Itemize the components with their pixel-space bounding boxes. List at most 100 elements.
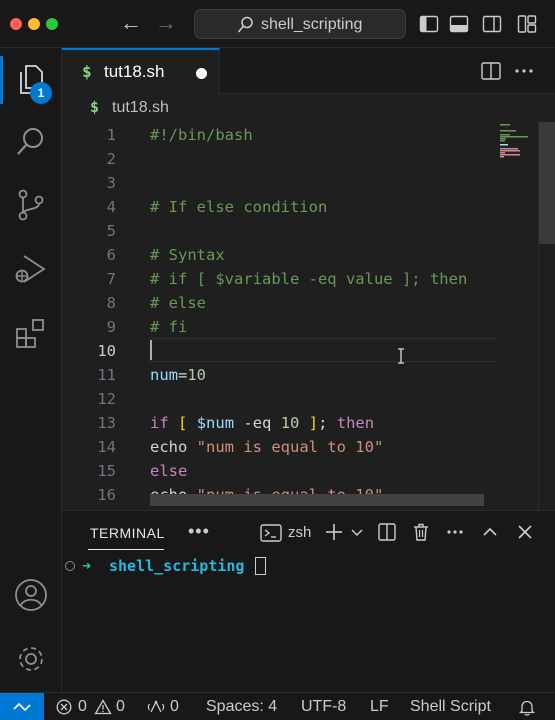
code-line[interactable]: 3	[62, 171, 492, 195]
code-line[interactable]: 15 else	[62, 459, 492, 483]
encoding-status[interactable]: UTF-8	[301, 697, 346, 717]
minimap[interactable]	[498, 122, 538, 510]
code-line[interactable]: 6 # Syntax	[62, 243, 492, 267]
terminal-prompt-line[interactable]: ➜ shell_scripting	[62, 555, 555, 577]
line-number: 9	[106, 318, 116, 336]
line-number: 15	[97, 462, 116, 480]
code-line[interactable]: 2	[62, 147, 492, 171]
editor-tab-bar: $ tut18.sh	[62, 48, 555, 94]
code-token: # Syntax	[150, 246, 225, 264]
eol-status[interactable]: LF	[370, 697, 389, 717]
code-line[interactable]: 9 # fi	[62, 315, 492, 339]
split-terminal-icon[interactable]	[377, 522, 397, 542]
code-token: if	[150, 414, 169, 432]
terminal-cursor	[255, 557, 266, 575]
toggle-secondary-sidebar-icon[interactable]	[482, 14, 502, 34]
close-icon[interactable]	[515, 522, 535, 542]
line-number: 7	[106, 270, 116, 288]
line-number: 4	[106, 198, 116, 216]
remote-indicator[interactable]	[0, 693, 44, 720]
bottom-panel: TERMINAL ••• zsh ➜ shell_scripting	[62, 510, 555, 692]
indentation-status[interactable]: Spaces: 4	[206, 697, 277, 717]
code-line[interactable]: 1 #!/bin/bash	[62, 123, 492, 147]
code-line[interactable]: 5	[62, 219, 492, 243]
code-line[interactable]: 14 echo "num is equal to 10"	[62, 435, 492, 459]
code-token: # if [ $variable -eq value ]; then	[150, 270, 468, 288]
code-line[interactable]: 8 # else	[62, 291, 492, 315]
code-token: # If else condition	[150, 198, 328, 216]
code-token: 10	[187, 366, 207, 384]
accounts-icon[interactable]	[14, 578, 48, 612]
toggle-panel-icon[interactable]	[449, 14, 469, 34]
panel-more-icon[interactable]: •••	[188, 521, 210, 542]
search-view-icon[interactable]	[14, 124, 48, 158]
command-center-search[interactable]: shell_scripting	[194, 9, 406, 39]
code-text: if [ $num -eq 10 ]; then	[150, 411, 374, 435]
tab-label: tut18.sh	[104, 62, 165, 81]
editor-tab-tut18[interactable]: $ tut18.sh	[62, 48, 220, 94]
breadcrumb[interactable]: $ tut18.sh	[62, 94, 555, 122]
maximize-window-button[interactable]	[46, 18, 58, 30]
line-number: 16	[97, 486, 116, 504]
activity-bar: 1	[0, 48, 62, 692]
more-actions-icon[interactable]	[445, 522, 465, 542]
language-mode[interactable]: Shell Script	[410, 697, 491, 717]
explorer-badge: 1	[30, 82, 52, 104]
error-icon[interactable]	[56, 699, 72, 715]
minimize-window-button[interactable]	[28, 18, 40, 30]
prompt-directory: shell_scripting	[109, 557, 245, 575]
code-line[interactable]: 13 if [ $num -eq 10 ]; then	[62, 411, 492, 435]
run-debug-icon[interactable]	[14, 252, 48, 286]
vertical-scrollbar-thumb[interactable]	[539, 122, 555, 244]
horizontal-scrollbar[interactable]	[150, 494, 484, 506]
line-number: 13	[97, 414, 116, 432]
split-editor-icon[interactable]	[480, 60, 502, 82]
terminal-shell-name[interactable]: zsh	[288, 524, 311, 541]
code-line[interactable]: 12	[62, 387, 492, 411]
toggle-primary-sidebar-icon[interactable]	[419, 14, 439, 34]
line-number: 2	[106, 150, 116, 168]
error-count[interactable]: 0	[78, 697, 87, 717]
code-editor[interactable]: 1 #!/bin/bash 2 3 4 # If else condition 5 6 # Sy…	[62, 122, 555, 510]
manage-gear-icon[interactable]	[14, 642, 48, 676]
source-control-icon[interactable]	[14, 188, 48, 222]
customize-layout-icon[interactable]	[517, 14, 537, 34]
code-text: # Syntax	[150, 243, 225, 267]
code-line[interactable]: 10	[62, 339, 492, 363]
extensions-icon[interactable]	[14, 316, 48, 350]
unsaved-indicator[interactable]	[196, 68, 207, 79]
chevron-down-icon[interactable]	[347, 522, 367, 542]
warning-count[interactable]: 0	[116, 697, 125, 717]
code-line[interactable]: 7 # if [ $variable -eq value ]; then	[62, 267, 492, 291]
more-actions-icon[interactable]	[513, 60, 535, 82]
line-number: 10	[97, 342, 116, 360]
trash-icon[interactable]	[411, 522, 431, 542]
line-number: 6	[106, 246, 116, 264]
new-terminal-plus-icon[interactable]	[324, 522, 344, 542]
terminal-shell-icon[interactable]	[260, 523, 282, 543]
back-arrow-icon[interactable]: ←	[120, 10, 142, 36]
line-number: 8	[106, 294, 116, 312]
code-line[interactable]: 11 num=10	[62, 363, 492, 387]
warning-icon[interactable]	[94, 699, 112, 715]
ports-icon[interactable]	[147, 699, 165, 715]
code-token: then	[336, 414, 375, 432]
ports-count[interactable]: 0	[170, 697, 179, 717]
code-line[interactable]: 4 # If else condition	[62, 195, 492, 219]
text-caret	[150, 340, 152, 360]
forward-arrow-icon[interactable]: →	[155, 10, 177, 36]
vertical-scrollbar[interactable]	[538, 122, 555, 510]
line-number: 1	[106, 126, 116, 144]
bell-icon[interactable]	[518, 699, 536, 716]
breadcrumb-filename[interactable]: tut18.sh	[112, 99, 169, 117]
code-token: #!/bin/bash	[150, 126, 253, 144]
command-center-label: shell_scripting	[261, 16, 363, 33]
line-number: 14	[97, 438, 116, 456]
close-window-button[interactable]	[10, 18, 22, 30]
code-text: #!/bin/bash	[150, 123, 253, 147]
line-number: 11	[97, 366, 116, 384]
chevron-up-icon[interactable]	[480, 522, 500, 542]
remote-icon	[13, 702, 31, 712]
tab-terminal[interactable]: TERMINAL	[90, 525, 165, 541]
